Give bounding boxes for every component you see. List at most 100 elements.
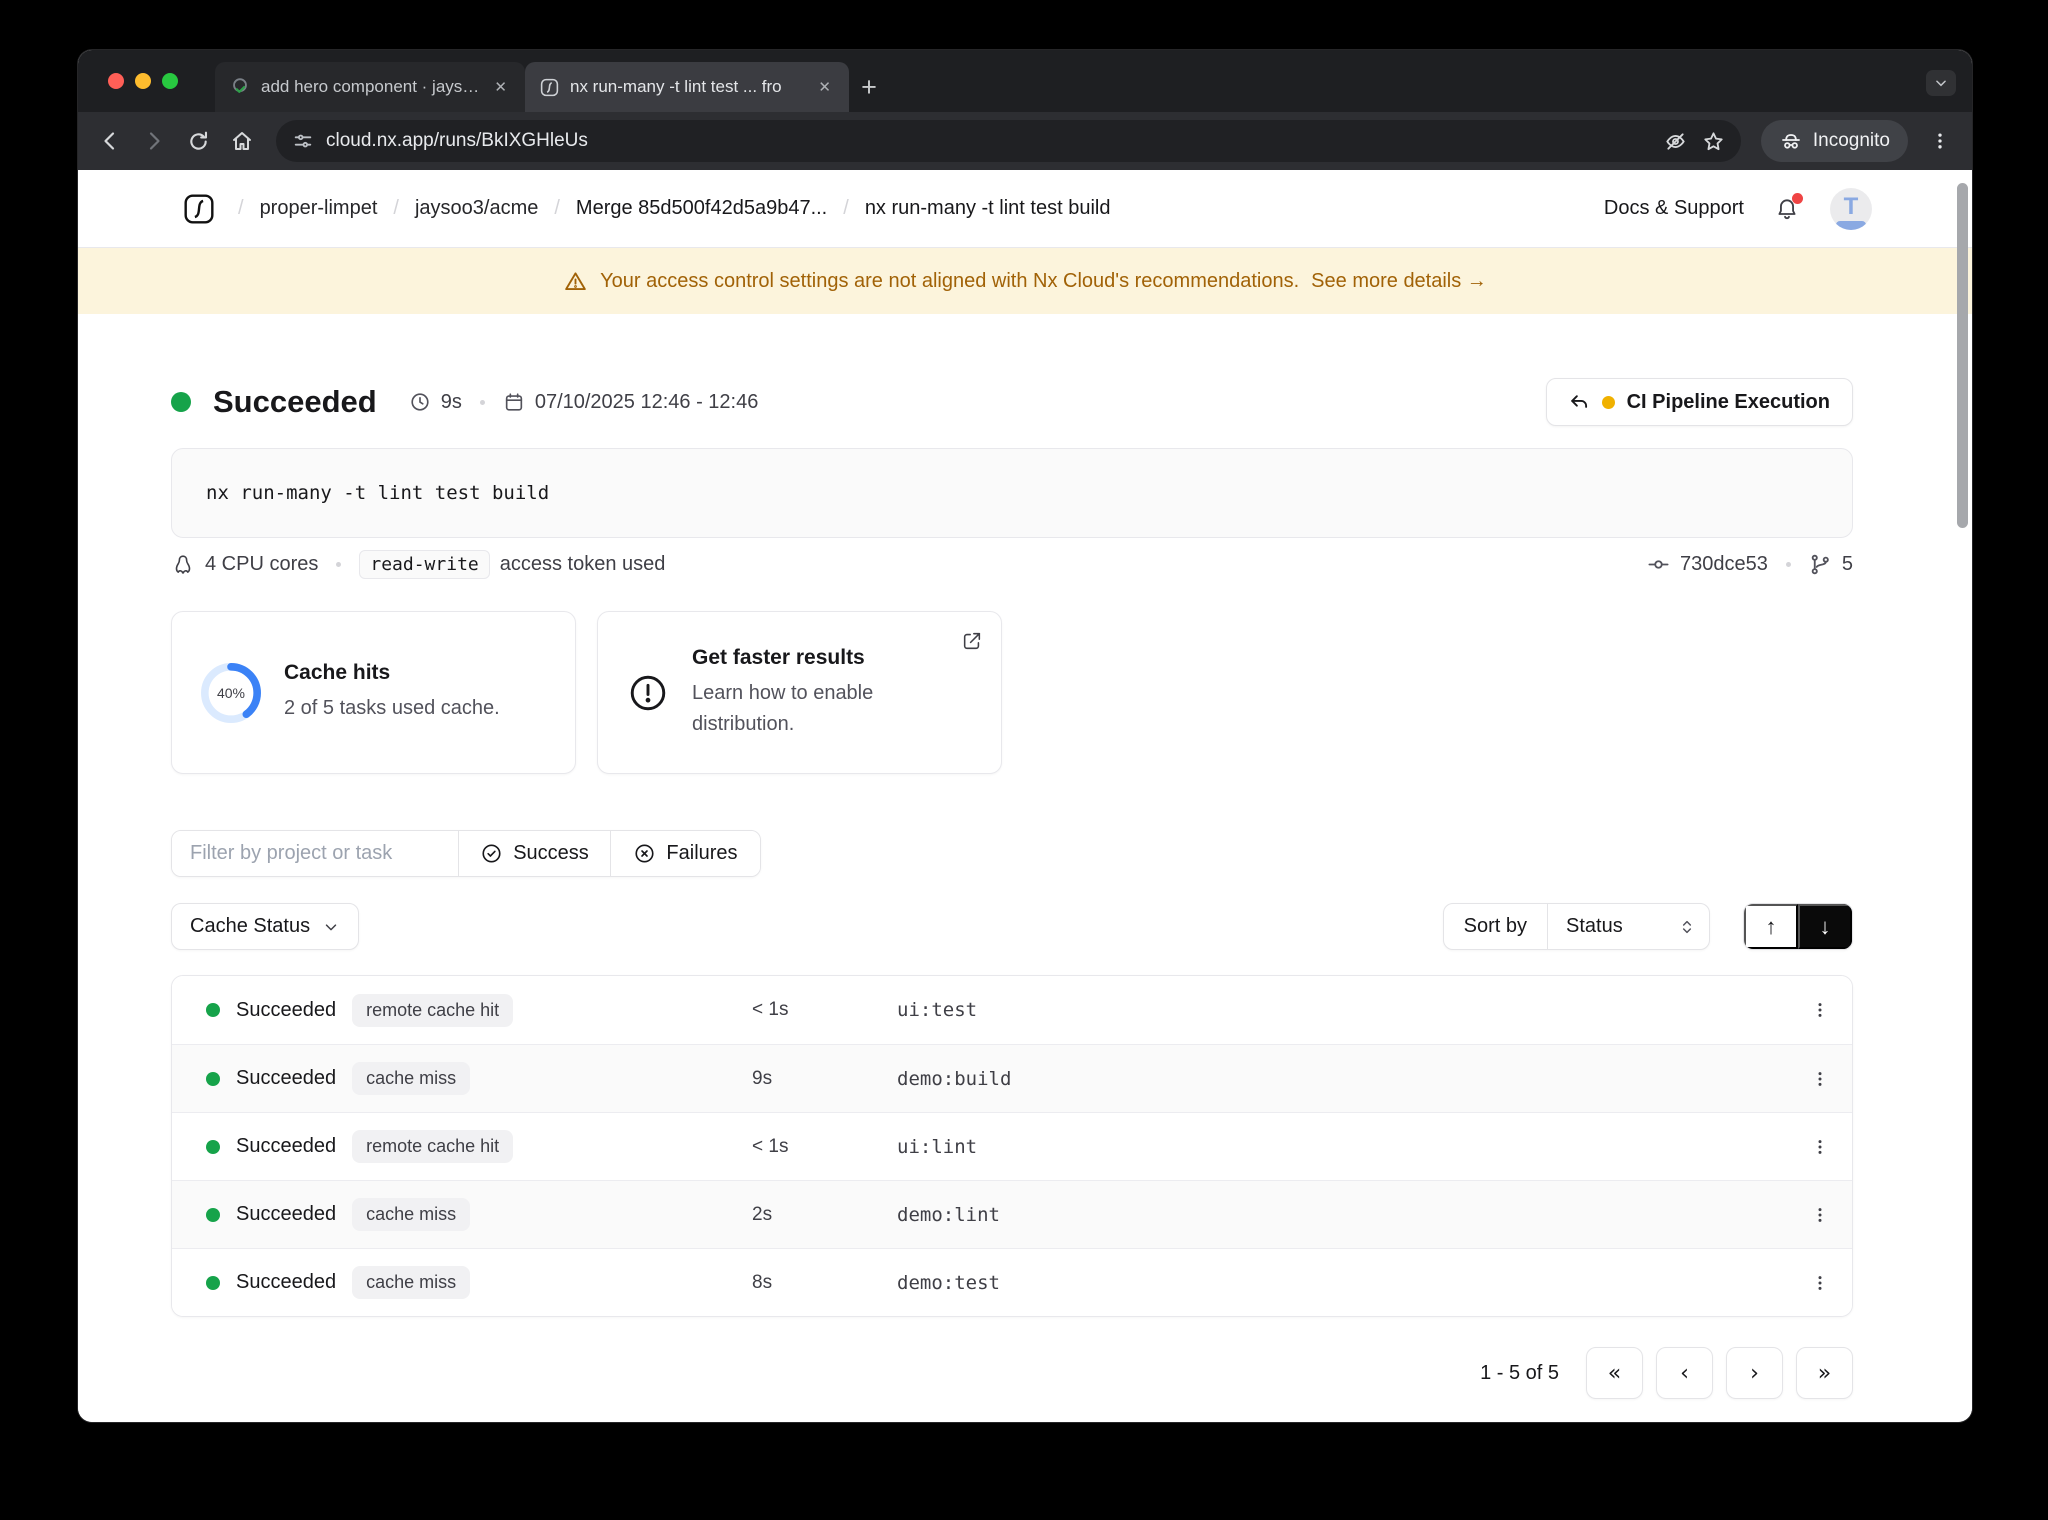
forward-button[interactable] [134, 121, 174, 161]
row-menu-button[interactable] [1788, 1000, 1852, 1020]
nx-favicon-icon [539, 77, 560, 98]
status-dot-icon [206, 1003, 220, 1017]
filter-input[interactable] [172, 831, 459, 876]
row-menu-button[interactable] [1788, 1205, 1852, 1225]
distribution-card[interactable]: Get faster results Learn how to enable d… [597, 611, 1002, 774]
breadcrumb-separator: / [393, 197, 399, 219]
scrollbar-thumb[interactable] [1957, 183, 1968, 528]
row-duration: < 1s [752, 1135, 789, 1157]
back-button[interactable] [90, 121, 130, 161]
row-task[interactable]: ui:lint [897, 1136, 1788, 1158]
bookmark-star-icon[interactable] [1695, 122, 1733, 160]
browser-window: add hero component · jaysoo ✕ nx run-man… [78, 50, 1972, 1422]
incognito-badge[interactable]: Incognito [1760, 120, 1908, 162]
avatar[interactable]: T [1830, 187, 1872, 230]
close-tab-icon[interactable]: ✕ [814, 76, 835, 98]
branch-count[interactable]: 5 [1842, 553, 1853, 576]
row-task[interactable]: demo:test [897, 1272, 1788, 1294]
linux-penguin-icon [171, 553, 195, 577]
table-row[interactable]: Succeeded remote cache hit < 1s ui:test [172, 976, 1852, 1044]
run-datetime: 07/10/2025 12:46 - 12:46 [534, 390, 759, 413]
status-dot-icon [206, 1275, 220, 1290]
ci-pipeline-label: CI Pipeline Execution [1626, 390, 1830, 413]
access-token-scope: read-write [359, 550, 490, 579]
run-status-title: Succeeded [213, 384, 377, 419]
minimize-window-button[interactable] [135, 73, 151, 89]
select-chevrons-icon [1679, 919, 1695, 935]
run-duration: 9s [440, 390, 462, 413]
nx-logo-icon[interactable] [182, 192, 216, 226]
run-command: nx run-many -t lint test build [206, 482, 550, 504]
tab-search-button[interactable] [1926, 70, 1956, 96]
table-row[interactable]: Succeeded cache miss 8s demo:test [172, 1248, 1852, 1316]
row-task[interactable]: ui:test [897, 999, 1788, 1021]
commit-sha[interactable]: 730dce53 [1680, 553, 1768, 576]
row-menu-button[interactable] [1788, 1069, 1852, 1089]
filter-group: Success Failures [171, 830, 761, 877]
table-row[interactable]: Succeeded remote cache hit < 1s ui:lint [172, 1112, 1852, 1180]
git-branch-icon [1809, 553, 1832, 576]
cache-card-subtitle: 2 of 5 tasks used cache. [284, 697, 500, 719]
chevron-down-icon [322, 918, 340, 936]
next-page-button[interactable]: › [1726, 1347, 1783, 1399]
check-circle-icon [480, 842, 503, 865]
sort-by-group: Sort by Status [1442, 903, 1710, 950]
cache-donut-chart: 40% [200, 662, 262, 724]
row-duration: 2s [752, 1203, 773, 1225]
avatar-letter: T [1843, 192, 1859, 220]
row-status: Succeeded [236, 998, 337, 1021]
cache-status-dropdown[interactable]: Cache Status [171, 903, 360, 950]
tab-nx-run[interactable]: nx run-many -t lint test ... fro ✕ [525, 62, 849, 112]
breadcrumb-repo[interactable]: jaysoo3/acme [415, 197, 538, 220]
filter-success-button[interactable]: Success [459, 831, 611, 876]
browser-menu-button[interactable] [1920, 121, 1960, 161]
window-controls[interactable] [108, 73, 178, 89]
first-page-button[interactable]: « [1586, 1347, 1643, 1399]
tab-github-pr[interactable]: add hero component · jaysoo ✕ [215, 62, 525, 112]
page-range: 1 - 5 of 5 [1480, 1361, 1559, 1384]
breadcrumb-run[interactable]: nx run-many -t lint test build [865, 197, 1111, 220]
prev-page-button[interactable]: ‹ [1656, 1347, 1713, 1399]
notification-dot [1792, 192, 1803, 204]
table-row[interactable]: Succeeded cache miss 9s demo:build [172, 1044, 1852, 1112]
breadcrumb-workspace[interactable]: proper-limpet [260, 197, 378, 220]
status-dot-icon [206, 1207, 220, 1222]
filter-failures-button[interactable]: Failures [611, 831, 760, 876]
last-page-button[interactable]: » [1796, 1347, 1853, 1399]
row-menu-button[interactable] [1788, 1273, 1852, 1293]
sort-descending-button[interactable]: ↓ [1798, 904, 1852, 949]
new-tab-button[interactable]: + [849, 62, 889, 112]
tab-title: add hero component · jaysoo [261, 77, 481, 96]
breadcrumb-separator: / [554, 197, 560, 219]
site-info-icon[interactable] [292, 130, 314, 152]
sort-ascending-button[interactable]: ↑ [1744, 904, 1798, 949]
table-row[interactable]: Succeeded cache miss 2s demo:lint [172, 1180, 1852, 1248]
success-label: Success [513, 842, 589, 864]
close-window-button[interactable] [108, 73, 124, 89]
tab-title: nx run-many -t lint test ... fro [570, 77, 782, 96]
external-link-icon[interactable] [961, 630, 983, 652]
row-status: Succeeded [236, 1135, 337, 1157]
docs-support-link[interactable]: Docs & Support [1604, 197, 1744, 220]
sort-direction-group: ↑ ↓ [1743, 903, 1853, 950]
eye-blocked-icon[interactable] [1657, 122, 1695, 160]
sort-field-select[interactable]: Status [1548, 904, 1709, 949]
close-tab-icon[interactable]: ✕ [490, 76, 511, 98]
home-button[interactable] [222, 121, 262, 161]
access-token-suffix: access token used [499, 553, 666, 575]
breadcrumb-separator: / [238, 197, 244, 219]
calendar-icon [503, 391, 525, 413]
row-task[interactable]: demo:build [897, 1068, 1788, 1090]
cache-badge: remote cache hit [352, 993, 514, 1027]
cpu-cores: 4 CPU cores [205, 553, 319, 575]
fullscreen-window-button[interactable] [162, 73, 178, 89]
address-bar[interactable]: cloud.nx.app/runs/BkIXGHleUs [276, 120, 1741, 162]
notifications-button[interactable] [1774, 192, 1803, 222]
reload-button[interactable] [178, 121, 218, 161]
row-menu-button[interactable] [1788, 1137, 1852, 1157]
banner-see-more-link[interactable]: See more details → [1311, 270, 1487, 293]
url-text[interactable]: cloud.nx.app/runs/BkIXGHleUs [326, 130, 588, 152]
row-task[interactable]: demo:lint [897, 1204, 1788, 1226]
ci-pipeline-execution-button[interactable]: CI Pipeline Execution [1545, 378, 1853, 426]
breadcrumb-commit[interactable]: Merge 85d500f42d5a9b47... [576, 197, 827, 220]
